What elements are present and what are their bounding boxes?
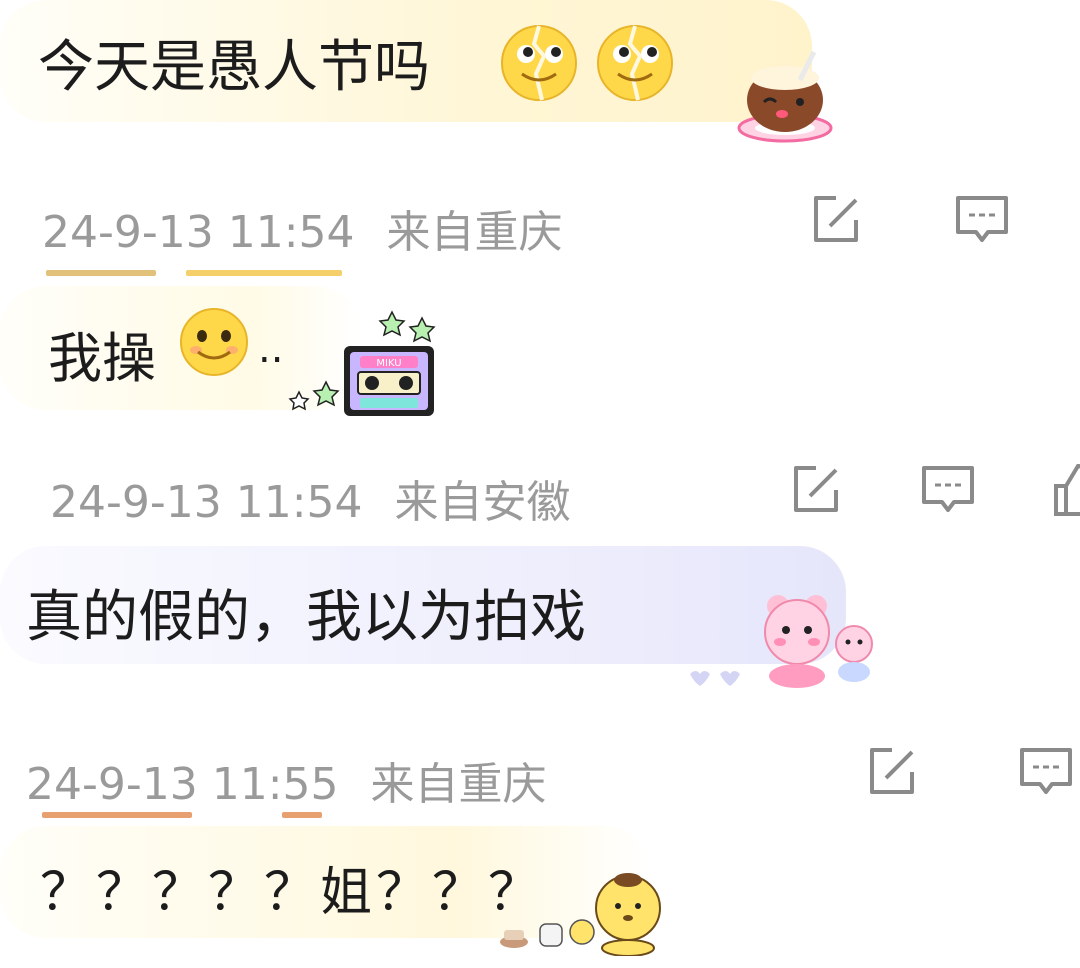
cropped-text-remnant xyxy=(282,812,322,818)
smile-emoji-icon xyxy=(180,308,248,376)
comment-meta-2: 24-9-13 11:54 来自安徽 xyxy=(50,466,571,530)
thumbs-up-icon[interactable] xyxy=(1050,460,1080,520)
share-icon[interactable] xyxy=(786,460,846,520)
share-icon[interactable] xyxy=(806,190,866,250)
comment-meta-3: 24-9-13 11:55 来自重庆 xyxy=(26,748,547,812)
comment-icon[interactable] xyxy=(1016,742,1076,802)
cracked-smile-emoji-icon xyxy=(597,25,673,101)
timestamp: 24-9-13 11:54 xyxy=(50,477,363,528)
location: 来自重庆 xyxy=(386,207,563,258)
cropped-text-remnant xyxy=(42,812,192,818)
share-icon[interactable] xyxy=(862,742,922,802)
comment-text: 我操 xyxy=(48,327,156,390)
comment-bubble-1[interactable]: 今天是愚人节吗 xyxy=(0,0,812,122)
comment-icon[interactable] xyxy=(918,460,978,520)
timestamp: 24-9-13 11:55 xyxy=(26,759,339,810)
trailing-dots: .. xyxy=(258,326,284,372)
bear-sticker xyxy=(764,595,873,688)
comment-meta-1: 24-9-13 11:54 来自重庆 xyxy=(42,196,563,260)
cassette-label: MIKU xyxy=(376,358,401,369)
location: 来自重庆 xyxy=(370,759,547,810)
cropped-text-remnant xyxy=(46,270,156,276)
dog-sticker xyxy=(500,873,661,956)
timestamp: 24-9-13 11:54 xyxy=(42,207,355,258)
comment-text: 真的假的，我以为拍戏 xyxy=(26,585,586,650)
cropped-text-remnant xyxy=(186,270,342,276)
comment-text: 今天是愚人节吗 xyxy=(38,35,430,100)
comment-thread: 今天是愚人节吗 24-9-13 11:54 来自重庆 我操 .. MIKU 24… xyxy=(0,0,1080,968)
comment-text: ？？？？？姐？？？ xyxy=(40,863,545,923)
cassette-sticker: MIKU xyxy=(288,310,436,416)
cracked-smile-emoji-icon xyxy=(501,25,577,101)
coconut-sticker xyxy=(737,50,833,143)
comment-bubble-3[interactable]: 真的假的，我以为拍戏 xyxy=(0,546,846,664)
comment-icon[interactable] xyxy=(952,190,1012,250)
heart-decoration xyxy=(690,671,740,686)
location: 来自安徽 xyxy=(394,477,571,528)
